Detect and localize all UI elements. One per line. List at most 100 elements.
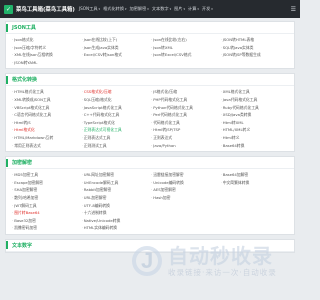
tool-link[interactable]: ·Hash加密 <box>151 194 221 202</box>
tool-link[interactable]: ·Excel/CSV转Json格式 <box>82 51 152 59</box>
bullet-icon: · <box>220 37 222 42</box>
tool-link[interactable]: ·JSON转HTML表格 <box>221 36 291 44</box>
nav-item-5[interactable]: 计算 ▾ <box>188 6 199 12</box>
tool-link-label: 图片转Base64 <box>14 210 40 216</box>
tool-link[interactable]: · JWT解码工具 <box>12 202 82 210</box>
tool-link[interactable]: ·URL网址加密解密 <box>82 171 152 179</box>
tool-link[interactable]: ·JSON转JSP等数据生成 <box>221 51 291 59</box>
tool-link[interactable]: · VBScript格式化工具 <box>12 104 82 112</box>
tool-link[interactable]: · Unicode编码转换 <box>151 179 221 187</box>
tool-link[interactable]: ·Rabbit加密解密 <box>82 186 152 194</box>
tool-link[interactable]: · Escape加密解密 <box>12 179 82 187</box>
nav-item-label: 格式化转换 <box>103 6 125 11</box>
tool-link[interactable]: ·Base64加解密 <box>221 171 291 179</box>
tool-link[interactable]: ·正则表达式可视化工具 <box>82 126 152 134</box>
tool-link-label: Html格式化 <box>14 127 35 133</box>
tool-link[interactable]: ·Ruby代码格式化工具 <box>221 104 291 112</box>
tool-link-label: Html转义 <box>222 134 240 140</box>
tool-link[interactable]: ·Html转义 <box>221 134 291 142</box>
tool-link[interactable]: · Python代码格式化工具 <box>151 104 221 112</box>
tool-section: 格式化转换 ·HTML格式化工具 ·CSS格式化/压缩 ·JS格式化/压缩 ·XML格式… <box>5 73 295 153</box>
nav-item-1[interactable]: 格式化转换 ▾ <box>103 6 126 12</box>
tool-link[interactable]: ·CSS格式化/压缩 <box>82 88 152 96</box>
tool-link[interactable]: ·AES加密解密 <box>151 186 221 194</box>
nav-item-6[interactable]: 开发 ▾ <box>202 6 213 12</box>
tool-link[interactable]: · Html格式化 <box>12 126 82 134</box>
tool-link[interactable]: ·XML格式化工具 <box>221 88 291 96</box>
tool-link[interactable]: · 常用正则表达式 <box>12 142 82 150</box>
bullet-icon: · <box>81 142 83 148</box>
tool-link[interactable]: ·Html转XML <box>221 119 291 127</box>
tool-link[interactable]: · MD5加密工具 <box>12 171 82 179</box>
nav-item-0[interactable]: JSON工具 ▾ <box>79 6 100 12</box>
tool-link[interactable]: ·UrlEncode解码工具 <box>82 179 152 187</box>
tool-link[interactable]: ·正则表达式工具 <box>82 134 152 142</box>
tool-link[interactable]: · JS格式化/压缩 <box>151 88 221 96</box>
tool-link[interactable]: · SHA加密解密 <box>12 186 82 194</box>
tool-link[interactable]: ·URL加密解密 <box>82 194 152 202</box>
tool-link[interactable]: ·Base64转换 <box>221 142 291 150</box>
site-logo[interactable]: ✓ 菜鸟工具箱(菜鸟工具箱) <box>4 4 75 14</box>
tool-link[interactable]: ·SQL转Java实体类 <box>221 44 291 52</box>
tool-link[interactable]: · PHP代码格式化工具 <box>151 96 221 104</box>
chevron-down-icon: ▾ <box>98 7 101 11</box>
chevron-down-icon: ▾ <box>125 7 127 11</box>
tool-link[interactable]: · Json转Excel/CSV格式 <box>151 51 221 59</box>
tool-link[interactable]: · 散列/哈希加密 <box>12 194 82 202</box>
section-header: 格式化转换 <box>6 74 294 87</box>
tool-link[interactable]: ·Json在线比较(上下) <box>82 36 152 44</box>
tool-link[interactable]: ·JavaScript格式化工具 <box>82 104 152 112</box>
tool-link[interactable]: ·C++代码格式化工具 <box>82 111 152 119</box>
tool-link-label: 代码格式化工具 <box>153 119 180 125</box>
tool-link-label: VBScript格式化工具 <box>14 104 50 110</box>
empty-cell <box>221 209 291 217</box>
tool-link[interactable]: · Json压缩/字符转义 <box>12 44 82 52</box>
tool-link[interactable]: · 凯撒密码加密 <box>12 224 82 232</box>
tool-link[interactable]: · Perl代码格式化工具 <box>151 111 221 119</box>
nav-item-2[interactable]: 加密解密 ▾ <box>130 6 149 12</box>
tool-link[interactable]: ·中文简繁体转换 <box>221 179 291 187</box>
tool-link[interactable]: · Json格式化 <box>12 36 82 44</box>
tool-link[interactable]: ·JSON转YAML <box>12 59 82 67</box>
site-name: 菜鸟工具箱(菜鸟工具箱) <box>16 7 75 13</box>
tool-link[interactable]: · Java/Python <box>151 142 221 150</box>
bullet-icon: · <box>81 89 83 95</box>
tool-link[interactable]: · Html转JSP/TSP <box>151 126 221 134</box>
nav-item-3[interactable]: 文本数字 ▾ <box>152 6 171 12</box>
bullet-icon: · <box>220 96 222 102</box>
tool-link[interactable]: · 图片转Base64 <box>12 209 82 217</box>
section-accent-bar <box>6 241 8 250</box>
section-header: JSON工具 <box>6 22 294 34</box>
tool-link[interactable]: ·Json生成Java实体类 <box>82 44 152 52</box>
tool-link[interactable]: · XML转换成JSON工具 <box>12 96 82 104</box>
tool-link[interactable]: · XML在线Json互相转换 <box>12 51 82 59</box>
tool-link-label: JSON转YAML <box>14 59 38 65</box>
tool-link[interactable]: · HTML格式化工具 <box>12 88 82 96</box>
tool-link[interactable]: · Html转JS <box>12 119 82 127</box>
tool-link[interactable]: · HTML/Markdown互转 <box>12 134 82 142</box>
menu-icon[interactable]: ☰ <box>291 6 296 13</box>
tool-link[interactable]: · Base32加密 <box>12 217 82 225</box>
tool-link[interactable]: · Json在线比较(左右) <box>151 36 221 44</box>
tool-link[interactable]: ·Java代码格式化工具 <box>221 96 291 104</box>
nav-item-4[interactable]: 图片 ▾ <box>174 6 185 12</box>
tool-link[interactable]: ·UTF-8编码转换 <box>82 202 152 210</box>
tool-link[interactable]: · 迅雷链接加密解密 <box>151 171 221 179</box>
tool-link[interactable]: ·正则测试工具 <box>82 142 152 150</box>
tool-link[interactable]: ·HTML/XML转义 <box>221 126 291 134</box>
tool-link[interactable]: · 正则表达式 <box>151 134 221 142</box>
tool-link[interactable]: ·Native/Unicode转换 <box>82 217 152 225</box>
tool-link[interactable]: ·TypeScript格式化 <box>82 119 152 127</box>
bullet-icon: · <box>81 44 83 50</box>
tool-link[interactable]: · C语言代码格式化工具 <box>12 111 82 119</box>
tool-link[interactable]: ·十六进制转换 <box>82 209 152 217</box>
watermark: J 自动秒收录 收录链接·来访一次·自动收录 <box>132 240 282 282</box>
tool-link[interactable]: ·SQL压缩/格式化 <box>82 96 152 104</box>
tool-link[interactable]: · Json转XML <box>151 44 221 52</box>
tool-link[interactable]: ·XSD/Java类转换 <box>221 111 291 119</box>
tool-link[interactable]: · 代码格式化工具 <box>151 119 221 127</box>
top-navbar: ✓ 菜鸟工具箱(菜鸟工具箱) JSON工具 ▾ 格式化转换 ▾ 加密解密 ▾ 文本数字 ▾ 图片… <box>0 0 300 18</box>
chevron-down-icon: ▾ <box>147 7 149 11</box>
tool-link[interactable]: ·HTML实体编码转换 <box>82 224 152 232</box>
nav-menu: JSON工具 ▾ 格式化转换 ▾ 加密解密 ▾ 文本数字 ▾ 图片 ▾ 计算 ▾ 开发 ▾ <box>79 6 291 12</box>
